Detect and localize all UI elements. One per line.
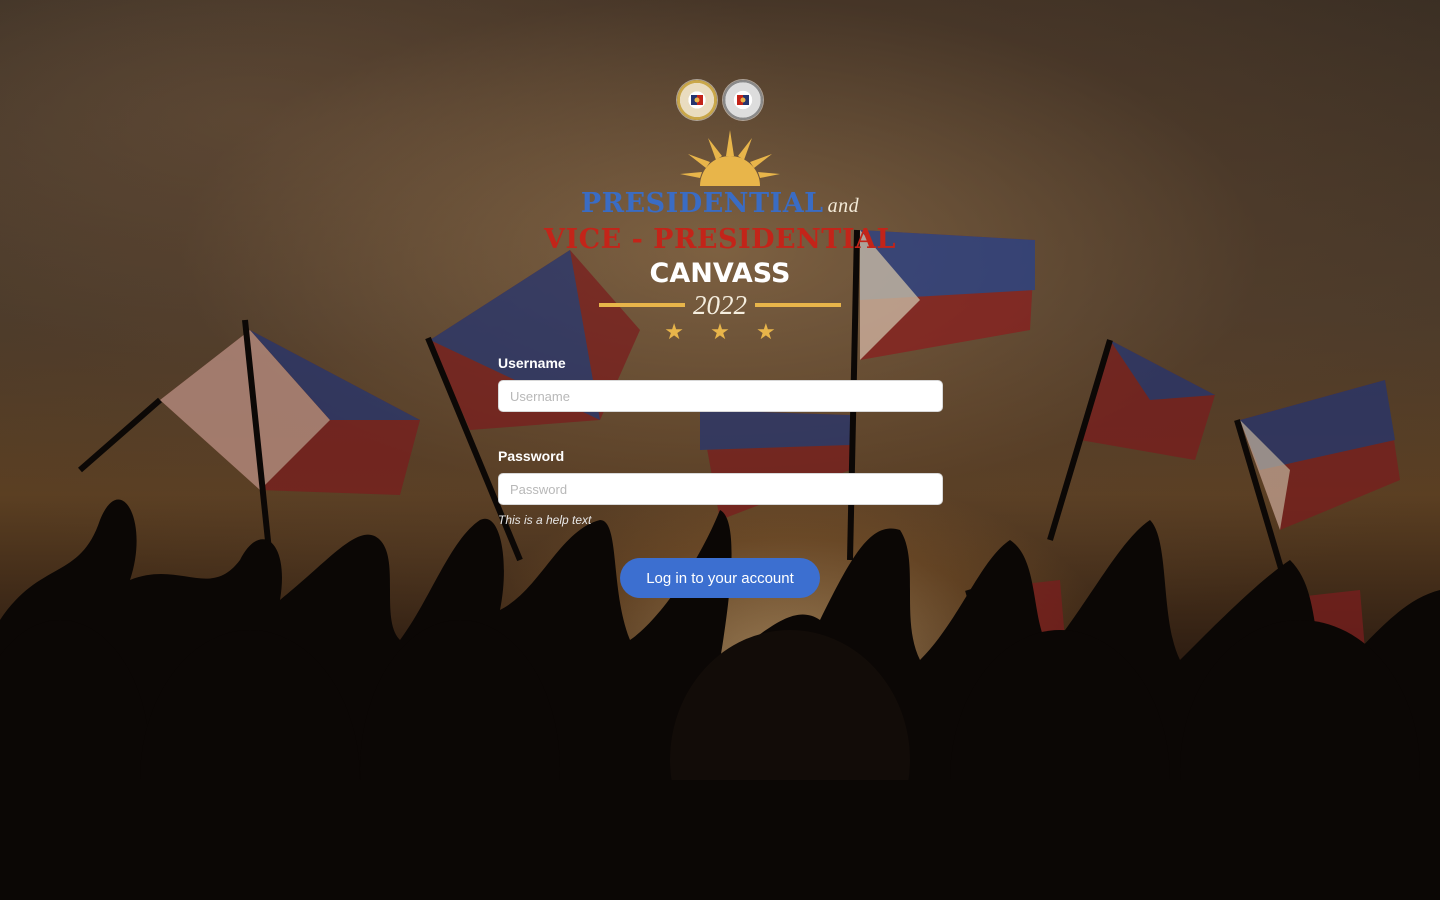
header-logos [0, 80, 1440, 120]
login-button[interactable]: Log in to your account [620, 558, 820, 598]
login-button-row: Log in to your account [0, 558, 1440, 598]
title-presidential: PRESIDENTIAL and [0, 188, 1440, 222]
password-help-text: This is a help text [498, 513, 592, 527]
year-row: 2022 [0, 290, 1440, 320]
stars-icon: ★ ★ ★ [664, 319, 786, 344]
title-canvass: CANVASS [649, 258, 791, 289]
year-divider-left [599, 303, 685, 307]
password-label: Password [498, 448, 565, 464]
senate-seal-icon [677, 80, 717, 120]
username-label: Username [498, 355, 566, 371]
year-divider-right [755, 303, 841, 307]
brand-title: PRESIDENTIAL and VICE - PRESIDENTIAL CANV… [0, 130, 1440, 344]
house-seal-icon [723, 80, 763, 120]
login-form: Username Password This is a help text [498, 354, 943, 527]
title-line-1: PRESIDENTIAL [580, 188, 824, 219]
password-input[interactable] [498, 473, 943, 505]
title-and: and [827, 195, 860, 217]
username-input[interactable] [498, 380, 943, 412]
year-label: 2022 [693, 290, 747, 320]
title-vice-presidential: VICE - PRESIDENTIAL [544, 224, 896, 255]
